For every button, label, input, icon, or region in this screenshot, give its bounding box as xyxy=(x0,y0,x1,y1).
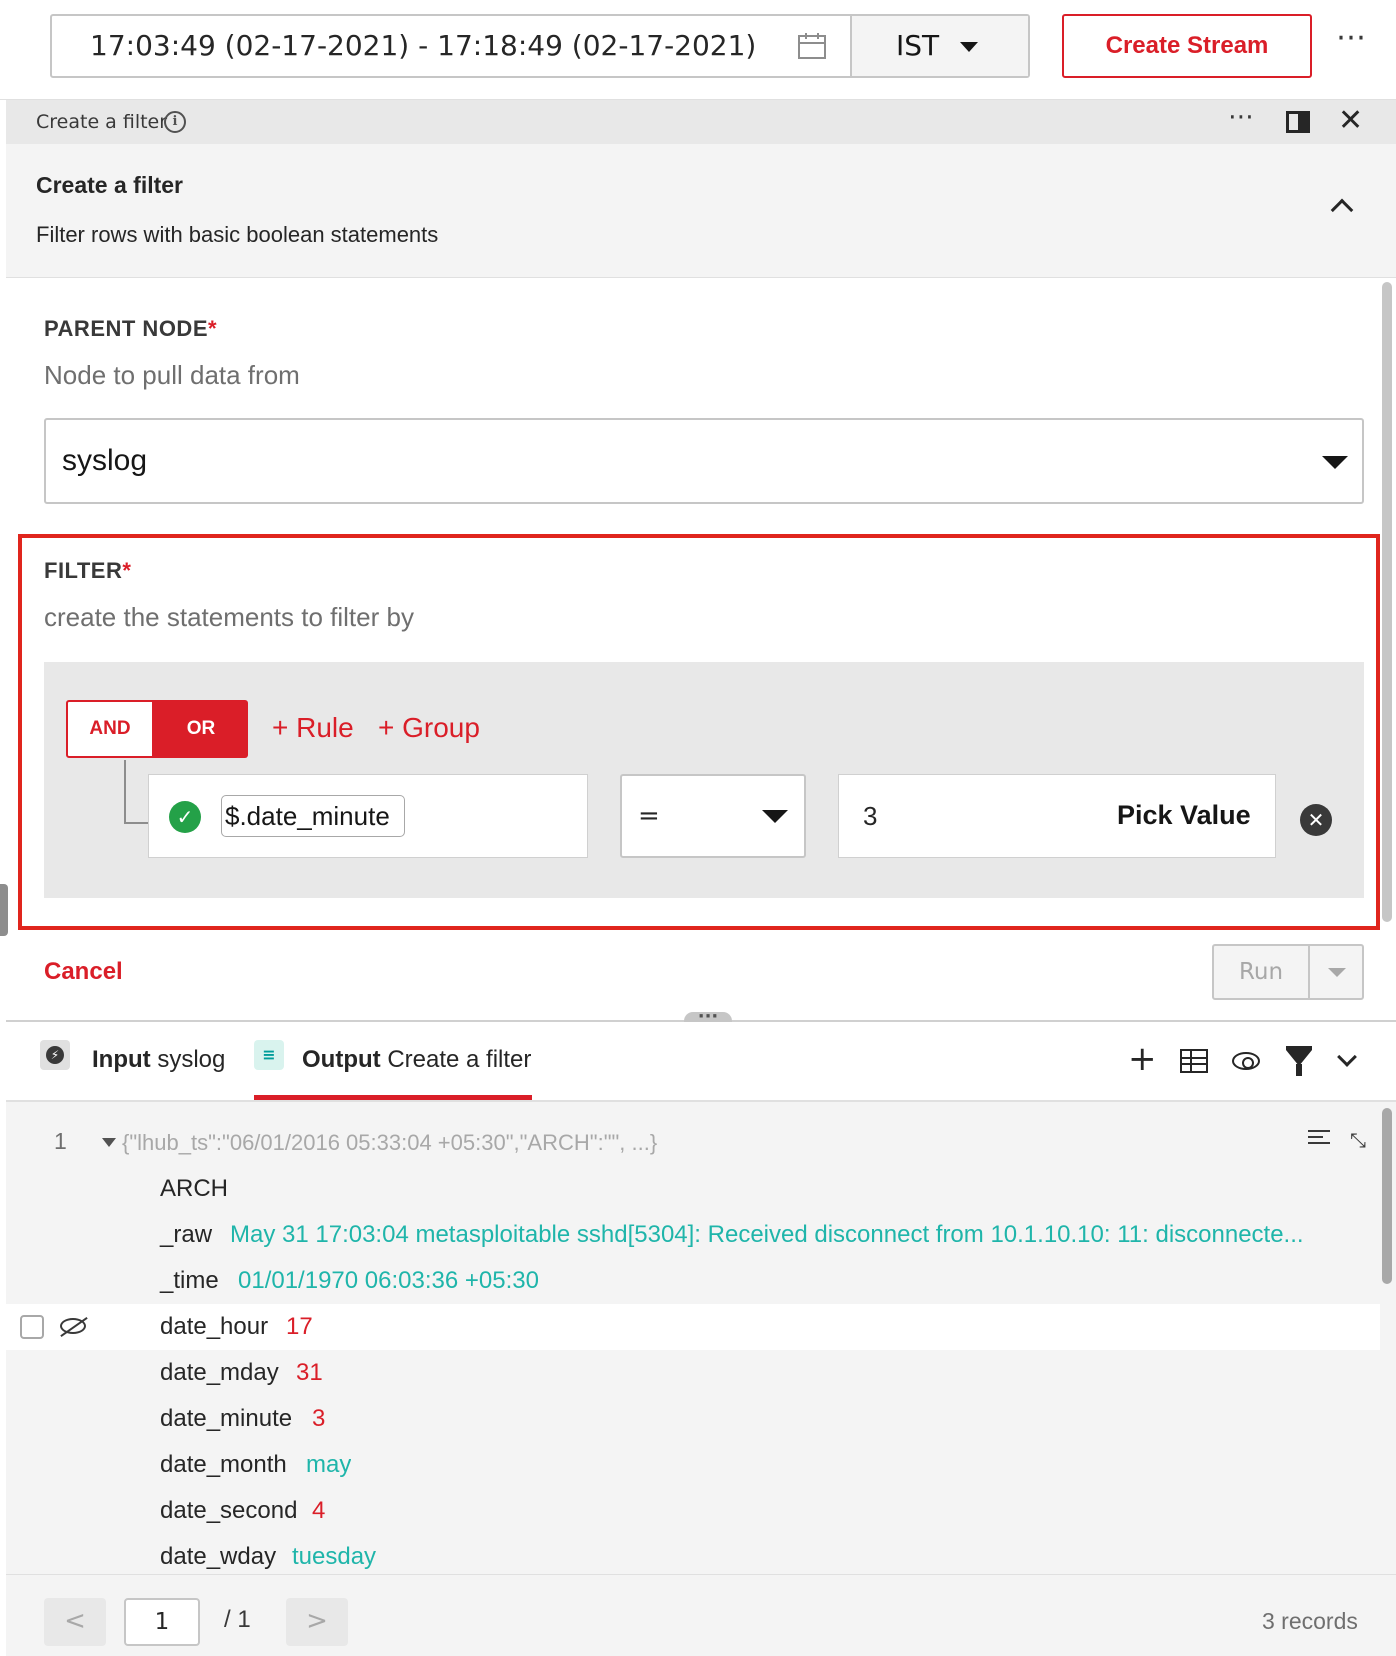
output-icon: ≡ xyxy=(254,1040,284,1070)
parent-node-label: PARENT NODE* xyxy=(44,316,218,341)
row-value: 31 xyxy=(296,1359,323,1386)
time-range-text[interactable]: 17:03:49 (02-17-2021) - 17:18:49 (02-17-… xyxy=(90,16,756,76)
wrap-text-icon[interactable] xyxy=(1308,1130,1330,1148)
parent-node-help: Node to pull data from xyxy=(44,360,300,390)
pagination-bar xyxy=(6,1574,1396,1656)
run-button[interactable]: Run xyxy=(1214,946,1308,998)
minimize-icon[interactable]: ⤡ xyxy=(1350,1128,1366,1152)
divider xyxy=(1308,946,1310,998)
timezone-select[interactable]: IST xyxy=(852,16,1028,76)
caret-down-icon[interactable] xyxy=(1322,456,1348,469)
caret-down-icon[interactable] xyxy=(960,42,978,52)
output-row: ARCH xyxy=(6,1166,1380,1212)
prev-page-button[interactable]: < xyxy=(44,1598,106,1646)
rule-field-container[interactable]: ✓ $.date_minute xyxy=(148,774,588,858)
add-group-button[interactable]: + Group xyxy=(378,712,480,744)
caret-down-icon[interactable] xyxy=(762,810,788,823)
top-bar: 17:03:49 (02-17-2021) - 17:18:49 (02-17-… xyxy=(0,0,1396,100)
row-value: 17 xyxy=(286,1313,313,1340)
rule-value-field[interactable]: 3 Pick Value xyxy=(838,774,1276,858)
panel-title: Create a filter xyxy=(36,111,168,133)
remove-rule-icon[interactable]: ✕ xyxy=(1300,804,1332,836)
row-key: _raw xyxy=(160,1221,213,1248)
row-key: date_month xyxy=(160,1451,287,1478)
split-view-icon[interactable] xyxy=(1286,111,1310,133)
section-description: Filter rows with basic boolean statement… xyxy=(36,222,439,247)
page-input[interactable]: 1 xyxy=(124,1598,200,1646)
output-row: date_hour 17 xyxy=(6,1304,1380,1350)
filter-icon[interactable] xyxy=(1286,1050,1312,1076)
eye-icon[interactable] xyxy=(1232,1052,1260,1070)
row-value: 3 xyxy=(312,1405,326,1432)
timezone-value[interactable]: IST xyxy=(896,16,939,76)
output-row: _time 01/01/1970 06:03:36 +05:30 xyxy=(6,1258,1380,1304)
active-tab-indicator xyxy=(254,1095,532,1100)
add-rule-button[interactable]: + Rule xyxy=(272,712,354,744)
form-scrollbar[interactable] xyxy=(1382,282,1392,922)
panel-header: Create a filter i ⋯ ✕ xyxy=(6,100,1396,144)
line-number: 1 xyxy=(54,1128,67,1154)
parent-node-select[interactable]: syslog xyxy=(44,418,1364,504)
row-key: ARCH xyxy=(160,1175,229,1202)
operator-select[interactable]: = xyxy=(620,774,806,858)
json-summary[interactable]: {"lhub_ts":"06/01/2016 05:33:04 +05:30",… xyxy=(122,1130,657,1156)
overflow-menu-icon[interactable]: ⋯ xyxy=(1228,102,1254,132)
records-count: 3 records xyxy=(1262,1608,1358,1634)
chevron-up-icon[interactable] xyxy=(1330,198,1354,222)
plus-icon[interactable]: + xyxy=(1128,1042,1157,1076)
output-row: date_second 4 xyxy=(6,1488,1380,1534)
operator-value[interactable]: = xyxy=(638,776,660,856)
row-checkbox[interactable] xyxy=(20,1315,44,1339)
row-key: _time xyxy=(160,1267,219,1294)
or-toggle[interactable]: OR xyxy=(154,700,248,758)
tab-output[interactable]: Output Create a filter xyxy=(302,1046,531,1074)
output-row: date_month may xyxy=(6,1442,1380,1488)
section-header[interactable]: Create a filter Filter rows with basic b… xyxy=(6,144,1396,278)
row-key: date_minute xyxy=(160,1405,293,1432)
tree-connector xyxy=(124,760,150,824)
calendar-icon[interactable] xyxy=(798,33,826,59)
output-row: date_mday 31 xyxy=(6,1350,1380,1396)
expand-caret-icon[interactable] xyxy=(102,1138,116,1147)
run-button-group[interactable]: Run xyxy=(1212,944,1364,1000)
page-total: / 1 xyxy=(224,1606,251,1633)
filter-help: create the statements to filter by xyxy=(44,602,414,632)
row-key: date_hour xyxy=(160,1313,269,1340)
rule-value-input[interactable]: 3 xyxy=(863,775,877,857)
rule-field-input[interactable]: $.date_minute xyxy=(221,795,405,837)
row-value: 01/01/1970 06:03:36 +05:30 xyxy=(238,1267,539,1294)
side-drag-handle[interactable] xyxy=(0,884,8,936)
filter-label: FILTER* xyxy=(44,558,132,583)
table-icon[interactable] xyxy=(1180,1049,1208,1073)
time-range-picker[interactable]: 17:03:49 (02-17-2021) - 17:18:49 (02-17-… xyxy=(50,14,1030,78)
output-scrollbar[interactable] xyxy=(1382,1108,1392,1284)
eye-off-icon[interactable] xyxy=(60,1318,86,1334)
info-icon[interactable]: i xyxy=(164,111,186,133)
row-key: date_mday xyxy=(160,1359,279,1386)
and-toggle[interactable]: AND xyxy=(66,700,154,758)
create-stream-button[interactable]: Create Stream xyxy=(1062,14,1312,78)
section-title: Create a filter xyxy=(36,172,184,198)
row-value: May 31 17:03:04 metasploitable sshd[5304… xyxy=(230,1221,1304,1248)
caret-down-icon[interactable] xyxy=(1328,968,1346,977)
output-row: _raw May 31 17:03:04 metasploitable sshd… xyxy=(6,1212,1380,1258)
row-value: may xyxy=(306,1451,352,1478)
lightning-icon: ⚡ xyxy=(40,1040,70,1070)
tab-input[interactable]: Input syslog xyxy=(92,1046,225,1074)
parent-node-value[interactable]: syslog xyxy=(62,420,147,502)
pick-value-button[interactable]: Pick Value xyxy=(1117,775,1251,855)
row-key: date_second xyxy=(160,1497,298,1524)
next-page-button[interactable]: > xyxy=(286,1598,348,1646)
row-value: 4 xyxy=(312,1497,326,1524)
close-icon[interactable]: ✕ xyxy=(1338,106,1363,136)
check-circle-icon: ✓ xyxy=(169,801,201,833)
cancel-button[interactable]: Cancel xyxy=(44,958,123,986)
overflow-menu-icon[interactable]: ⋯ xyxy=(1336,20,1367,55)
output-row: date_minute 3 xyxy=(6,1396,1380,1442)
